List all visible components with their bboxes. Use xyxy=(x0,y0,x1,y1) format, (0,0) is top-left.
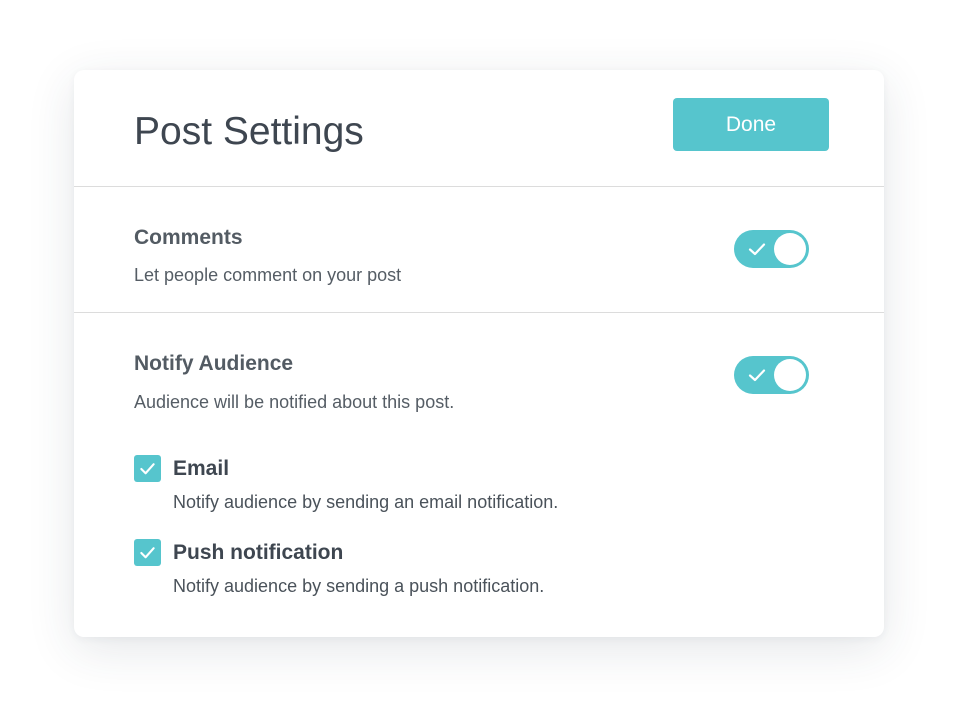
toggle-knob xyxy=(774,233,806,265)
push-notification-option-label: Push notification xyxy=(173,541,344,564)
comments-title: Comments xyxy=(134,226,243,249)
email-option-label: Email xyxy=(173,457,230,480)
comments-section: Comments Let people comment on your post xyxy=(74,187,884,313)
toggle-knob xyxy=(774,359,806,391)
done-button[interactable]: Done xyxy=(673,98,829,151)
checkmark-icon xyxy=(140,463,155,475)
email-option-description: Notify audience by sending an email noti… xyxy=(173,492,559,512)
email-option: Email Notify audience by sending an emai… xyxy=(134,455,834,525)
notify-audience-description: Audience will be notified about this pos… xyxy=(134,392,455,412)
comments-description: Let people comment on your post xyxy=(134,265,402,285)
push-notification-option-description: Notify audience by sending a push notifi… xyxy=(173,576,545,596)
dialog-header: Post Settings Done xyxy=(74,70,884,187)
notify-audience-toggle[interactable] xyxy=(734,356,809,394)
post-settings-dialog: Post Settings Done Comments Let people c… xyxy=(74,70,884,637)
dialog-title: Post Settings xyxy=(134,110,364,153)
comments-toggle[interactable] xyxy=(734,230,809,268)
push-notification-option: Push notification Notify audience by sen… xyxy=(134,539,834,609)
checkmark-icon xyxy=(748,369,766,382)
email-checkbox[interactable] xyxy=(134,455,161,482)
checkmark-icon xyxy=(748,243,766,256)
notify-audience-section: Notify Audience Audience will be notifie… xyxy=(74,313,884,637)
notify-audience-title: Notify Audience xyxy=(134,352,294,375)
push-notification-checkbox[interactable] xyxy=(134,539,161,566)
checkmark-icon xyxy=(140,547,155,559)
